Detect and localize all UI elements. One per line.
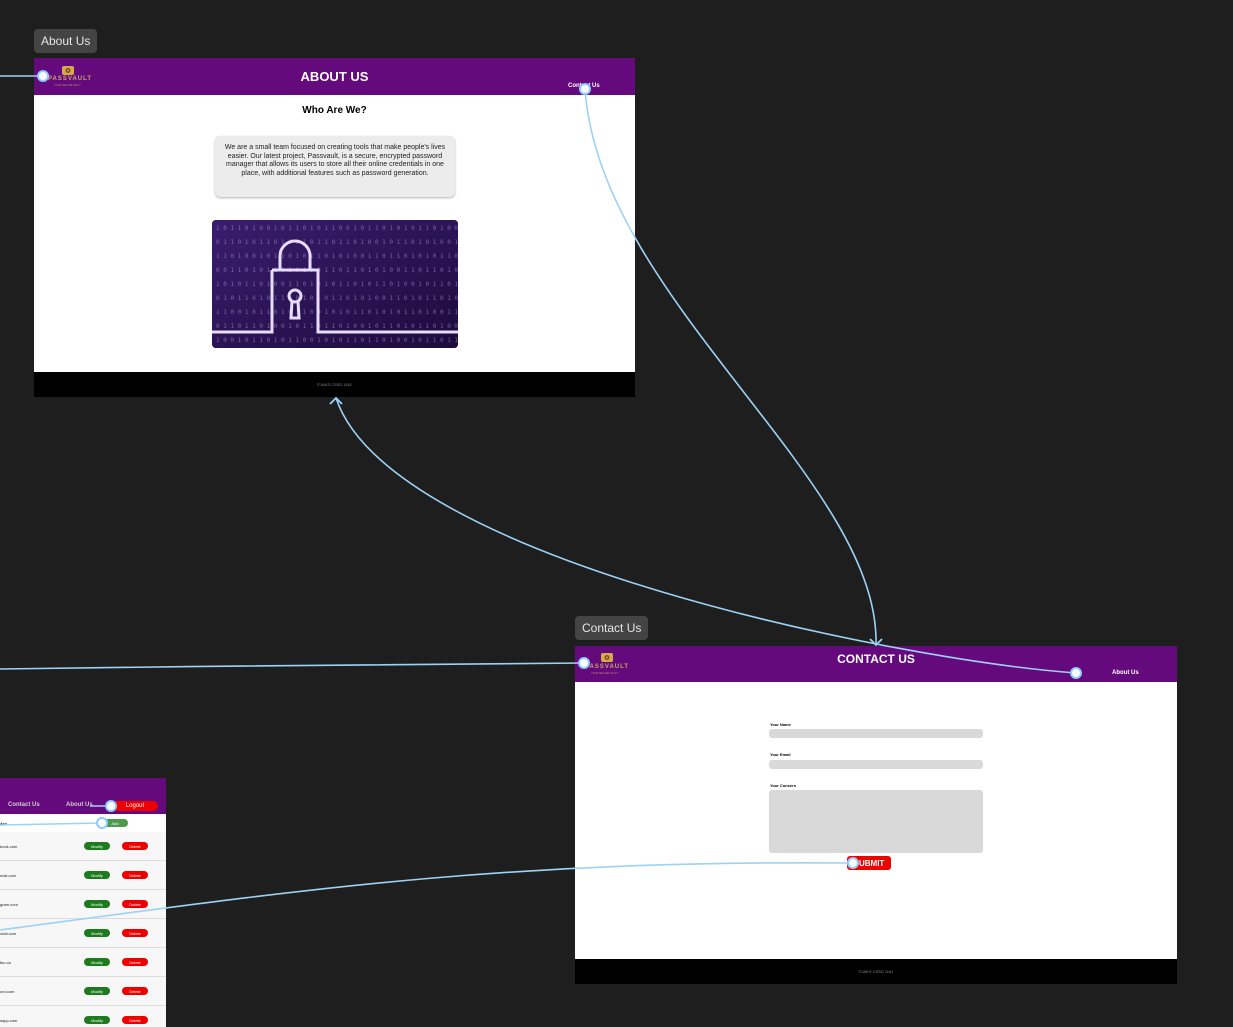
modify-button[interactable]: Modify xyxy=(84,958,110,966)
modify-button[interactable]: Modify xyxy=(84,871,110,879)
svg-text:0 1 0 1 1 0 1 0 1 1 0 0 1 0 1: 0 1 0 1 1 0 1 0 1 1 0 0 1 0 1 0 1 1 0 1 … xyxy=(216,295,458,302)
table-row: tko.ca Modify Delete xyxy=(0,948,166,977)
modify-button[interactable]: Modify xyxy=(84,929,110,937)
submit-button[interactable]: SUBMIT xyxy=(847,856,891,870)
add-button[interactable]: Add xyxy=(102,819,128,827)
about-description: We are a small team focused on creating … xyxy=(215,136,455,197)
delete-button[interactable]: Delete xyxy=(122,958,148,966)
site-name: sapp.com xyxy=(0,1018,18,1023)
concern-textarea[interactable] xyxy=(769,790,983,853)
footer-copyright: ©JAKS CSSD 1161 xyxy=(317,382,352,387)
site-name: book.com xyxy=(0,844,18,849)
contact-header: PASSVAULT YOUR SECURE VAULT CONTACT US A… xyxy=(575,646,1177,682)
svg-text:0 0 1 1 0 1 0 1 1 0 1 0 1 0 0: 0 0 1 1 0 1 0 1 1 0 1 0 1 0 0 1 1 0 1 1 … xyxy=(216,267,458,274)
about-frame[interactable]: PASSVAULT YOUR SECURE VAULT ABOUT US Con… xyxy=(34,58,635,397)
svg-text:1 0 1 1 0 1 0 0 1 0 1 1 0 1 0: 1 0 1 1 0 1 0 0 1 0 1 1 0 1 0 1 1 0 0 1 … xyxy=(216,225,458,232)
delete-button[interactable]: Delete xyxy=(122,1016,148,1024)
concern-label: Your Concern xyxy=(770,783,797,788)
modify-button[interactable]: Modify xyxy=(84,1016,110,1024)
contact-frame[interactable]: PASSVAULT YOUR SECURE VAULT CONTACT US A… xyxy=(575,646,1177,984)
logout-button[interactable]: Logout xyxy=(112,801,158,811)
table-row: gram.com Modify Delete xyxy=(0,890,166,919)
arrowhead-icon xyxy=(329,396,883,647)
modify-button[interactable]: Modify xyxy=(84,900,110,908)
delete-button[interactable]: Delete xyxy=(122,842,148,850)
email-input[interactable] xyxy=(769,760,983,769)
connector-contact-to-about xyxy=(335,397,1077,674)
nav-contact-link[interactable]: Contact Us xyxy=(568,83,600,89)
dashboard-frame[interactable]: Contact Us About Us Logout Acc Add book.… xyxy=(0,778,166,1027)
accounts-heading: Acc xyxy=(0,821,8,826)
table-row: sapp.com Modify Delete xyxy=(0,1006,166,1027)
modify-button[interactable]: Modify xyxy=(84,842,110,850)
delete-button[interactable]: Delete xyxy=(122,987,148,995)
footer: ©JAKS CSSD 1161 xyxy=(575,959,1177,984)
hero-image: 1 0 1 1 0 1 0 0 1 0 1 1 0 1 0 1 1 0 0 1 … xyxy=(212,220,458,348)
frame-label-about[interactable]: About Us xyxy=(34,29,98,53)
connector-logo-contact xyxy=(0,662,585,670)
delete-button[interactable]: Delete xyxy=(122,929,148,937)
name-label: Your Name xyxy=(770,722,791,727)
table-row: chat.com Modify Delete xyxy=(0,919,166,948)
nav-contact-link[interactable]: Contact Us xyxy=(8,802,40,808)
logo-tagline: YOUR SECURE VAULT xyxy=(54,84,81,87)
nav-about-link[interactable]: About Us xyxy=(66,802,93,808)
footer: ©JAKS CSSD 1161 xyxy=(34,372,635,397)
delete-button[interactable]: Delete xyxy=(122,871,148,879)
svg-text:0 1 1 0 1 0 1 1 0 1 0 0 1 0 1: 0 1 1 0 1 0 1 1 0 1 0 0 1 0 1 1 0 1 1 0 … xyxy=(216,239,458,246)
svg-text:1 0 1 0 1 1 0 1 0 0 1 1 0 1 0: 1 0 1 0 1 1 0 1 0 0 1 1 0 1 0 1 0 1 1 0 … xyxy=(216,281,458,288)
page-title: ABOUT US xyxy=(300,69,369,84)
table-row: ord.com Modify Delete xyxy=(0,977,166,1006)
site-name: chat.com xyxy=(0,931,17,936)
section-heading: Who Are We? xyxy=(302,105,367,116)
about-header: PASSVAULT YOUR SECURE VAULT ABOUT US Con… xyxy=(34,58,635,95)
site-name: ord.com xyxy=(0,989,15,994)
svg-text:1 1 0 0 1 0 1 1 0 1 0 1 1 0 0: 1 1 0 0 1 0 1 1 0 1 0 1 1 0 0 1 0 1 0 1 … xyxy=(216,309,458,316)
table-row: mail.com Modify Delete xyxy=(0,861,166,890)
svg-text:1 0 0 1 0 1 1 0 1 0 1 1 0 0 1: 1 0 0 1 0 1 1 0 1 0 1 1 0 0 1 0 1 0 1 1 … xyxy=(216,337,458,344)
page-title: CONTACT US xyxy=(837,652,915,666)
svg-text:1 1 0 1 0 0 1 0 1 1 0 1 0 1 1: 1 1 0 1 0 0 1 0 1 1 0 1 0 1 1 0 1 0 1 0 … xyxy=(216,253,458,260)
name-input[interactable] xyxy=(769,729,983,738)
frame-label-contact[interactable]: Contact Us xyxy=(575,616,649,640)
svg-text:0 1 1 0 1 1 0 1 0 0 1 0 1 1 0: 0 1 1 0 1 1 0 1 0 0 1 0 1 1 0 1 1 0 1 0 … xyxy=(216,323,458,330)
site-name: gram.com xyxy=(0,902,18,907)
site-name: tko.ca xyxy=(0,960,11,965)
table-row: book.com Modify Delete xyxy=(0,832,166,861)
footer-copyright: ©JAKS CSSD 1161 xyxy=(858,969,894,974)
site-name: mail.com xyxy=(0,873,17,878)
nav-about-link[interactable]: About Us xyxy=(1112,670,1139,676)
dashboard-header: Contact Us About Us Logout xyxy=(0,778,166,814)
logo-tagline: YOUR SECURE VAULT xyxy=(591,672,618,675)
email-label: Your Email xyxy=(770,752,791,757)
modify-button[interactable]: Modify xyxy=(84,987,110,995)
delete-button[interactable]: Delete xyxy=(122,900,148,908)
